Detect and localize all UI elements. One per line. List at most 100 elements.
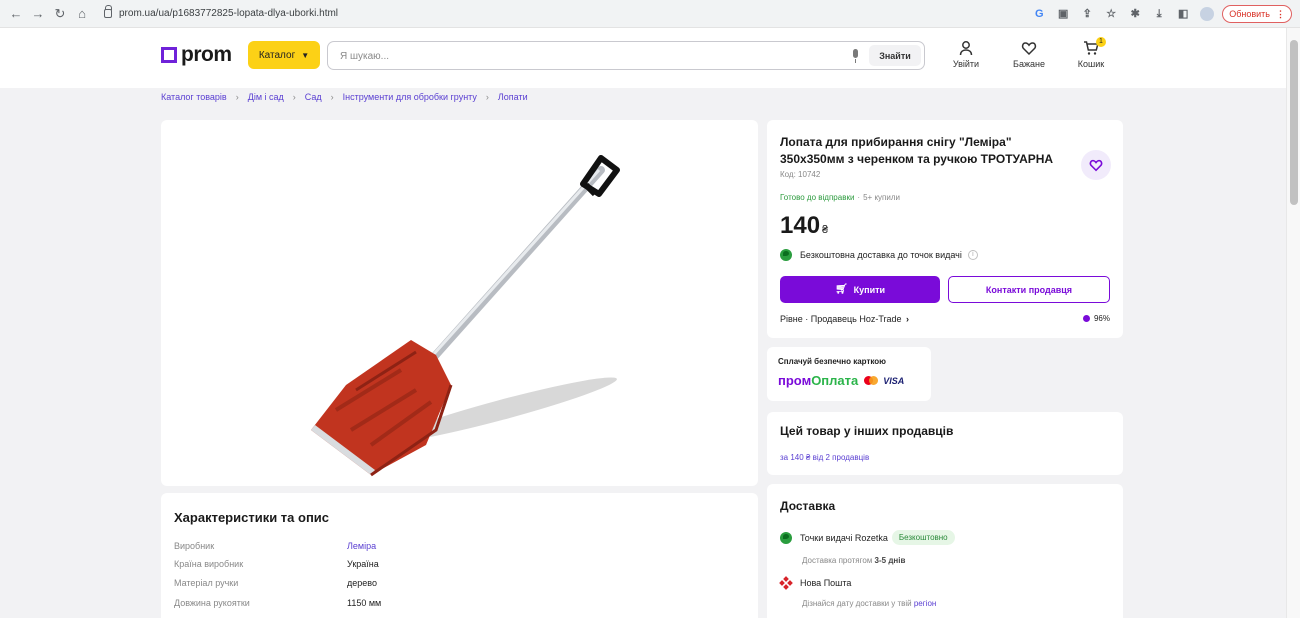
- nova-poshta-icon: [779, 576, 793, 590]
- breadcrumb-separator-icon: ›: [235, 92, 239, 102]
- breadcrumb-separator-icon: ›: [330, 92, 334, 102]
- url-text: prom.ua/ua/p1683772825-lopata-dlya-ubork…: [119, 8, 339, 19]
- catalog-button[interactable]: Каталог ▼: [248, 41, 320, 69]
- microphone-icon[interactable]: [851, 49, 861, 63]
- delivery-option-nova-poshta: Нова Пошта: [779, 576, 851, 590]
- visa-logo: VISA: [883, 375, 905, 386]
- login-button[interactable]: Увійти: [941, 40, 991, 69]
- characteristic-value: дерево: [347, 578, 377, 588]
- extensions-icon[interactable]: ✱: [1128, 7, 1142, 21]
- bought-count: 5+ купили: [863, 193, 900, 202]
- contact-seller-button[interactable]: Контакти продавця: [948, 276, 1110, 303]
- prom-oplata-card[interactable]: Сплачуй безпечно карткою пром Оплата VISA: [767, 347, 931, 401]
- breadcrumb-item[interactable]: Сад: [305, 92, 322, 102]
- chevron-down-icon: ▼: [301, 50, 310, 60]
- reload-icon[interactable]: ↻: [52, 6, 68, 22]
- breadcrumb: Каталог товарів › Дім і сад › Сад › Інструм…: [161, 92, 528, 102]
- update-label: Обновить: [1229, 9, 1270, 19]
- heart-icon: [1089, 159, 1103, 172]
- prom-logo[interactable]: prom: [161, 43, 232, 67]
- free-delivery-info: Безкоштовна доставка до точок видачі i: [780, 249, 978, 261]
- menu-dots-icon: ⋮: [1276, 8, 1285, 19]
- search-input[interactable]: [340, 49, 840, 63]
- availability-status: Готово до відправки · 5+ купили: [780, 193, 900, 202]
- price-value: 140: [780, 212, 821, 239]
- characteristic-value: 1150 мм: [347, 598, 382, 608]
- ready-status: Готово до відправки: [780, 193, 855, 202]
- breadcrumb-separator-icon: ›: [485, 92, 489, 102]
- nova-sub-prefix: Дізнайся дату доставки у твій: [802, 599, 914, 608]
- characteristic-label: Довжина рукоятки: [174, 598, 250, 608]
- chevron-right-icon: ›: [903, 314, 910, 324]
- product-title-line: 350x350мм з черенком та ручкою ТРОТУАРНА: [780, 152, 1054, 166]
- other-sellers-title: Цей товар у інших продавців: [780, 424, 954, 438]
- share-icon[interactable]: ⇪: [1080, 7, 1094, 21]
- cart-count-badge: 1: [1096, 37, 1106, 47]
- rozetka-icon: [780, 531, 792, 544]
- delivery-option-rozetka: Точки видачі Rozetka Безкоштовно: [780, 530, 955, 545]
- product-title-line: Лопата для прибирання снігу "Леміра": [780, 135, 1012, 149]
- product-title: Лопата для прибирання снігу "Леміра" 350…: [780, 134, 1080, 168]
- translate-icon[interactable]: ▣: [1056, 7, 1070, 21]
- search-box: Знайти: [327, 41, 925, 70]
- characteristics-card: Характеристики та опис Виробник Леміра К…: [161, 493, 758, 618]
- product-price: 140 ₴: [780, 212, 828, 240]
- region-link[interactable]: регіон: [914, 599, 936, 608]
- wishlist-label: Бажане: [1013, 59, 1045, 69]
- product-code: Код: 10742: [780, 170, 821, 179]
- login-label: Увійти: [952, 59, 980, 69]
- heart-icon: [1021, 42, 1037, 56]
- other-sellers-link[interactable]: за 140 ₴ від 2 продавців: [780, 453, 869, 462]
- breadcrumb-separator-icon: ›: [292, 92, 296, 102]
- google-icon[interactable]: G: [1032, 7, 1046, 21]
- logo-square-icon: [161, 47, 177, 63]
- rozetka-label: Точки видачі Rozetka: [800, 532, 888, 543]
- delivery-card: Доставка Точки видачі Rozetka Безкоштовн…: [767, 484, 1123, 618]
- address-bar[interactable]: prom.ua/ua/p1683772825-lopata-dlya-ubork…: [104, 5, 339, 19]
- update-button[interactable]: Обновить ⋮: [1222, 5, 1292, 23]
- rozetka-sub-days: 3-5 днів: [874, 556, 906, 565]
- cart-button[interactable]: 1 Кошик: [1066, 37, 1116, 69]
- pay-logo-oplata: Оплата: [811, 373, 859, 388]
- snow-shovel-image: [311, 155, 620, 477]
- seller-text: Рівне · Продавець Hoz-Trade: [780, 314, 902, 324]
- scrollbar-thumb[interactable]: [1290, 40, 1298, 205]
- page-scrollbar[interactable]: [1286, 28, 1300, 618]
- home-icon[interactable]: ⌂: [74, 6, 90, 22]
- free-badge: Безкоштовно: [891, 530, 955, 545]
- buy-label: Купити: [853, 284, 886, 295]
- characteristics-title: Характеристики та опис: [174, 510, 330, 525]
- logo-text: prom: [181, 43, 232, 66]
- other-sellers-card: Цей товар у інших продавців за 140 ₴ від…: [767, 412, 1123, 475]
- profile-avatar[interactable]: [1200, 7, 1215, 21]
- product-image-card[interactable]: [161, 120, 758, 486]
- forward-icon[interactable]: →: [30, 6, 46, 22]
- add-to-wishlist-button[interactable]: [1081, 150, 1111, 180]
- buy-button[interactable]: 🛒︎ Купити: [780, 276, 940, 303]
- breadcrumb-item[interactable]: Каталог товарів: [161, 92, 227, 102]
- breadcrumb-item[interactable]: Лопати: [498, 92, 528, 102]
- seller-link[interactable]: Рівне · Продавець Hoz-Trade ›: [780, 314, 909, 324]
- lock-icon: [104, 5, 112, 18]
- cart-label: Кошик: [1077, 59, 1105, 69]
- search-button[interactable]: Знайти: [869, 45, 921, 66]
- back-icon[interactable]: ←: [8, 6, 24, 22]
- rating-value: 96%: [1093, 314, 1110, 323]
- breadcrumb-item[interactable]: Інструменти для обробки грунту: [343, 92, 477, 102]
- rozetka-sub-prefix: Доставка протягом: [802, 556, 875, 565]
- seller-rating: 96%: [1082, 314, 1110, 323]
- mastercard-icon: [864, 376, 879, 385]
- characteristic-label: Матеріал ручки: [174, 578, 239, 588]
- nova-poshta-delivery-info: Дізнайся дату доставки у твій регіон: [802, 599, 936, 608]
- bookmark-star-icon[interactable]: ☆: [1104, 7, 1118, 21]
- pay-title: Сплачуй безпечно карткою: [778, 357, 886, 366]
- breadcrumb-item[interactable]: Дім і сад: [248, 92, 284, 102]
- rozetka-delivery-time: Доставка протягом 3-5 днів: [802, 556, 905, 565]
- browser-toolbar: ← → ↻ ⌂ prom.ua/ua/p1683772825-lopata-dl…: [0, 0, 1300, 28]
- download-icon[interactable]: ⤓: [1152, 7, 1166, 21]
- sidepanel-icon[interactable]: ◧: [1176, 7, 1190, 21]
- info-icon[interactable]: i: [967, 250, 978, 260]
- delivery-title: Доставка: [780, 499, 836, 513]
- wishlist-button[interactable]: Бажане: [1004, 40, 1054, 69]
- characteristic-value-link[interactable]: Леміра: [347, 541, 547, 551]
